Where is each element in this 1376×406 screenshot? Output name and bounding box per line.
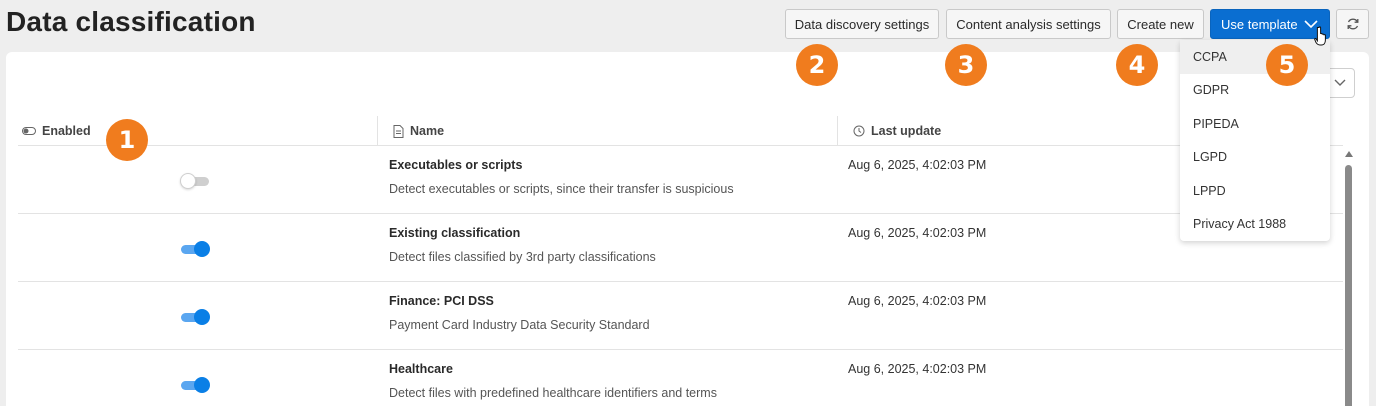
document-icon [393, 124, 404, 138]
rule-name: Healthcare [389, 362, 453, 376]
refresh-button[interactable] [1336, 9, 1369, 39]
rule-description: Detect files with predefined healthcare … [389, 386, 717, 400]
header-enabled[interactable]: Enabled [22, 116, 91, 146]
callout-badge-1: 1 [106, 119, 148, 161]
chevron-down-icon [1334, 79, 1345, 86]
rule-last-update: Aug 6, 2025, 4:02:03 PM [848, 226, 987, 240]
rule-description: Detect files classified by 3rd party cla… [389, 250, 656, 264]
enabled-toggle[interactable] [180, 172, 211, 190]
callout-badge-3: 3 [945, 44, 987, 86]
template-item-lppd[interactable]: LPPD [1180, 174, 1330, 208]
enabled-toggle[interactable] [181, 308, 211, 326]
refresh-icon [1347, 18, 1358, 30]
callout-badge-2: 2 [796, 44, 838, 86]
scroll-thumb[interactable] [1345, 165, 1352, 406]
rule-name: Finance: PCI DSS [389, 294, 494, 308]
toggle-icon [22, 127, 36, 135]
table-row[interactable]: Existing classification Detect files cla… [18, 214, 1343, 282]
column-separator[interactable] [377, 116, 378, 146]
template-item-gdpr[interactable]: GDPR [1180, 74, 1330, 108]
template-item-lgpd[interactable]: LGPD [1180, 141, 1330, 175]
callout-badge-4: 4 [1116, 44, 1158, 86]
rule-last-update: Aug 6, 2025, 4:02:03 PM [848, 158, 987, 172]
scroll-up-arrow-icon[interactable] [1345, 151, 1353, 157]
rule-description: Payment Card Industry Data Security Stan… [389, 318, 650, 332]
header-name[interactable]: Name [393, 116, 444, 146]
table-row[interactable]: Executables or scripts Detect executable… [18, 146, 1343, 214]
clock-icon [853, 125, 865, 137]
hand-cursor-icon [1314, 26, 1326, 46]
table-header: Enabled Name Last update [18, 116, 1343, 146]
callout-badge-5: 5 [1266, 44, 1308, 86]
use-template-label: Use template [1221, 16, 1298, 32]
table-row[interactable]: Finance: PCI DSS Payment Card Industry D… [18, 282, 1343, 350]
vertical-scrollbar[interactable] [1343, 150, 1355, 406]
rule-name: Executables or scripts [389, 158, 523, 172]
header-name-label: Name [410, 124, 445, 138]
content-analysis-settings-button[interactable]: Content analysis settings [946, 9, 1111, 39]
template-item-privacy-act-1988[interactable]: Privacy Act 1988 [1180, 208, 1330, 242]
header-enabled-label: Enabled [42, 124, 91, 138]
use-template-button[interactable]: Use template [1210, 9, 1330, 39]
rule-description: Detect executables or scripts, since the… [389, 182, 734, 196]
template-item-pipeda[interactable]: PIPEDA [1180, 107, 1330, 141]
create-new-button[interactable]: Create new [1117, 9, 1204, 39]
template-dropdown-menu: CCPA GDPR PIPEDA LGPD LPPD Privacy Act 1… [1180, 40, 1330, 241]
table-row[interactable]: Healthcare Detect files with predefined … [18, 350, 1343, 406]
rule-name: Existing classification [389, 226, 521, 240]
page-title: Data classification [6, 6, 256, 37]
header-last-update-label: Last update [871, 124, 942, 138]
enabled-toggle[interactable] [181, 240, 211, 258]
rule-last-update: Aug 6, 2025, 4:02:03 PM [848, 294, 987, 308]
header-last-update[interactable]: Last update [853, 116, 941, 146]
rule-last-update: Aug 6, 2025, 4:02:03 PM [848, 362, 987, 376]
column-separator[interactable] [837, 116, 838, 146]
data-discovery-settings-button[interactable]: Data discovery settings [785, 9, 939, 39]
enabled-toggle[interactable] [181, 376, 211, 394]
